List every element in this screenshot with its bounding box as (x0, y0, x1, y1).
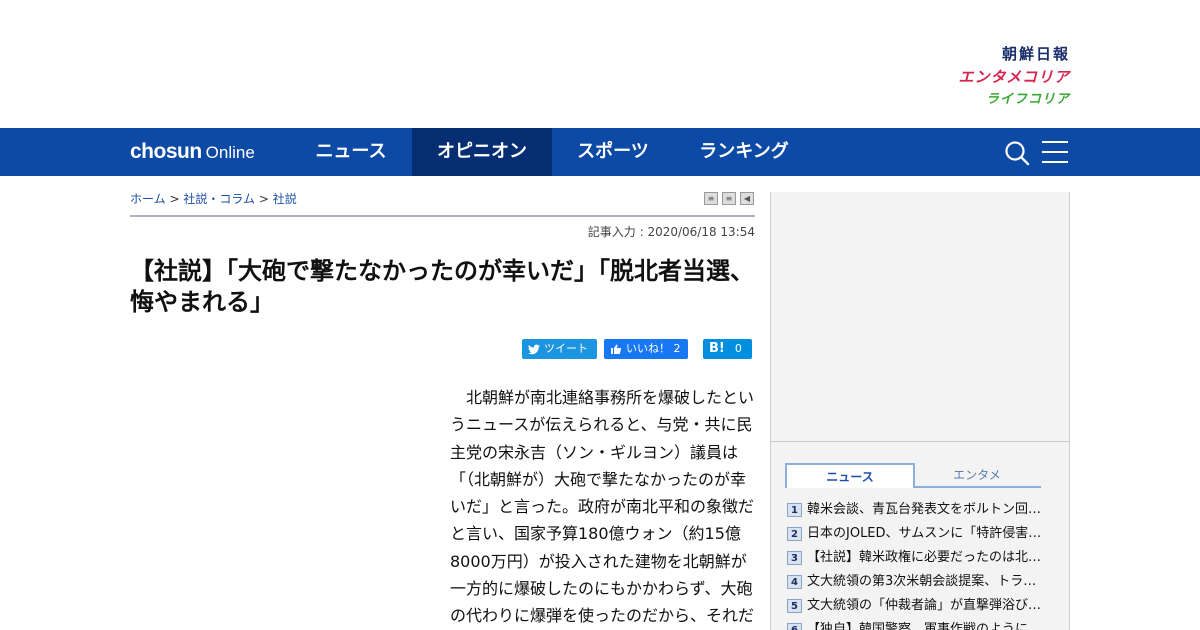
breadcrumb-separator: > (258, 192, 269, 206)
breadcrumb-editorial-column[interactable]: 社説・コラム (183, 192, 255, 206)
rank-title: 日本のJOLED、サムスンに「特許侵害… (807, 526, 1042, 541)
list-item[interactable]: 3 【社説】韓米政権に必要だったのは北… (787, 546, 1057, 570)
rank-number: 4 (787, 575, 802, 589)
list-item[interactable]: 1 韓米会談、青瓦台発表文をボルトン回顧録が… (787, 498, 1057, 522)
life-korea-logo[interactable]: ライフコリア (870, 90, 1070, 110)
article-headline: 【社説】「大砲で撃たなかったのが幸いだ」「脱北者当選、悔やまれる」 (130, 257, 754, 316)
rank-title: 文大統領の第3次米朝会談提案、トラ… (807, 574, 1037, 589)
hatena-count: 0 (734, 342, 742, 355)
list-item[interactable]: 2 日本のJOLED、サムスンに「特許侵害… (787, 522, 1057, 546)
top-header: 朝鮮日報 エンタメコリア ライフコリア (0, 0, 1200, 128)
brand-light-text: Online (205, 143, 255, 162)
sidebar: ニュース エンタメ 1 韓米会談、青瓦台発表文をボルトン回顧録が… 2 日本のJOL… (770, 192, 1070, 630)
like-label: いいね！ 2 (626, 342, 681, 355)
breadcrumb-editorial[interactable]: 社説 (273, 192, 297, 206)
article-body: 北朝鮮が南北連絡事務所を爆破したというニュースが伝えられると、与党・共に民主党の… (450, 388, 755, 626)
nav-item-ranking[interactable]: ランキング (688, 128, 800, 176)
list-item[interactable]: 6 【独自】韓国警察、軍事作戦のように… (787, 618, 1057, 630)
twitter-bird-icon (528, 344, 540, 354)
search-icon[interactable] (1004, 140, 1030, 166)
print-icon[interactable]: ≡ (704, 192, 718, 205)
rank-number: 3 (787, 551, 802, 565)
back-arrow-icon[interactable]: ◀ (740, 192, 754, 205)
ranking-list: 1 韓米会談、青瓦台発表文をボルトン回顧録が… 2 日本のJOLED、サムスンに「特… (787, 498, 1057, 630)
article-tools: ≡ ≡ ◀ (704, 192, 754, 205)
nav-item-sports[interactable]: スポーツ (562, 128, 664, 176)
text-size-icon[interactable]: ≡ (722, 192, 736, 205)
hatena-logo: B! (709, 341, 725, 356)
share-buttons: ツイート いいね！ 2 B! 0 (522, 339, 752, 359)
rank-title: 文大統領の「仲裁者論」が直撃弾浴び… (807, 598, 1042, 613)
breadcrumb-home[interactable]: ホーム (130, 192, 166, 206)
rank-number: 1 (787, 503, 802, 517)
rank-number: 2 (787, 527, 802, 541)
ad-area (771, 192, 1069, 442)
facebook-like-button[interactable]: いいね！ 2 (604, 339, 688, 359)
rank-title: 韓米会談、青瓦台発表文をボルトン回顧録が… (807, 502, 1047, 517)
tab-news[interactable]: ニュース (785, 463, 915, 488)
header-divider (130, 215, 755, 217)
nav-item-news[interactable]: ニュース (300, 128, 402, 176)
article-date: 記事入力 : 2020/06/18 13:54 (587, 225, 755, 239)
rank-number: 5 (787, 599, 802, 613)
rank-title: 【社説】韓米政権に必要だったのは北… (807, 550, 1042, 565)
hamburger-menu-icon[interactable] (1042, 141, 1068, 163)
brand-bold-text: chosun (130, 140, 202, 163)
list-item[interactable]: 4 文大統領の第3次米朝会談提案、トラ… (787, 570, 1057, 594)
rank-title: 【独自】韓国警察、軍事作戦のように… (807, 622, 1042, 630)
ranking-tabs: ニュース エンタメ (785, 463, 1041, 489)
thumbs-up-icon (611, 344, 622, 355)
nav-item-opinion[interactable]: オピニオン (412, 128, 552, 176)
entame-korea-logo[interactable]: エンタメコリア (870, 67, 1070, 87)
breadcrumb: ホーム > 社説・コラム > 社説 (130, 190, 297, 207)
list-item[interactable]: 5 文大統領の「仲裁者論」が直撃弾浴び… (787, 594, 1057, 618)
rank-number: 6 (787, 623, 802, 630)
chosun-ilbo-logo[interactable]: 朝鮮日報 (870, 44, 1070, 64)
tweet-button[interactable]: ツイート (522, 339, 597, 359)
breadcrumb-separator: > (169, 192, 180, 206)
tab-entame[interactable]: エンタメ (913, 464, 1041, 488)
hatena-bookmark-button[interactable]: B! 0 (703, 339, 752, 359)
main-navbar: chosun Online ニュース オピニオン スポーツ ランキング (0, 128, 1200, 176)
chosun-online-logo[interactable]: chosun Online (130, 140, 255, 164)
tweet-label: ツイート (544, 342, 588, 355)
logo-stack: 朝鮮日報 エンタメコリア ライフコリア (870, 44, 1070, 113)
